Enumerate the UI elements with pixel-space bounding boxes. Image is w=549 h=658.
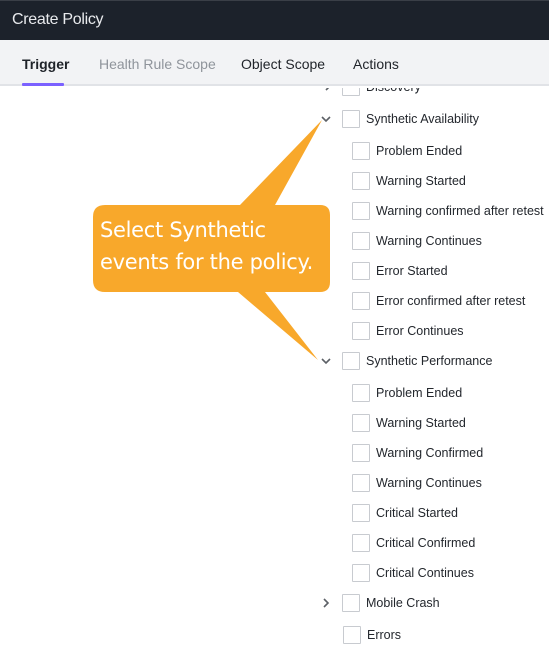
callout-line-2: events for the policy. [100,250,314,274]
callout-bubble [93,120,330,360]
callout-line-1: Select Synthetic [100,218,266,242]
callout-text: Select Synthetic events for the policy. [100,214,340,278]
